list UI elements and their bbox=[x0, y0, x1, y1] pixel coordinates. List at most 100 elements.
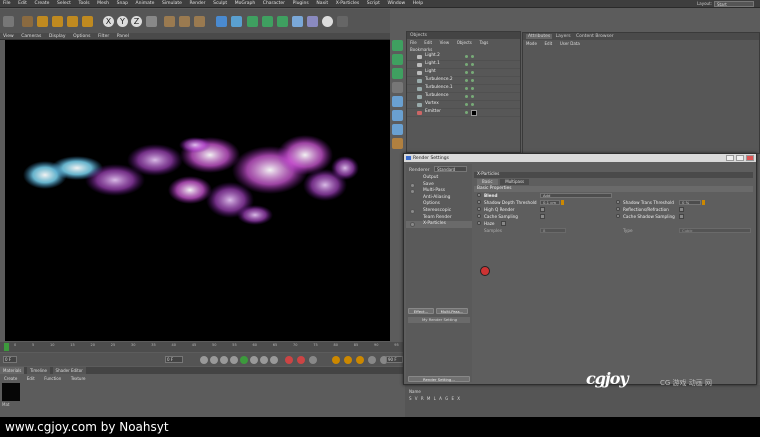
rs-item-multi-pass[interactable]: Multi-Pass bbox=[406, 188, 472, 195]
mat-menu-texture[interactable]: Texture bbox=[67, 375, 90, 382]
menu-snap[interactable]: Snap bbox=[114, 0, 131, 6]
mat-menu-function[interactable]: Function bbox=[40, 375, 65, 382]
shadow-depth-dot[interactable] bbox=[477, 200, 481, 204]
mat-menu-edit[interactable]: Edit bbox=[23, 375, 39, 382]
coordinate-system-icon[interactable] bbox=[146, 16, 157, 27]
python-icon[interactable] bbox=[337, 16, 348, 27]
menu-edit[interactable]: Edit bbox=[15, 0, 30, 6]
edit-render-settings-icon[interactable] bbox=[194, 16, 205, 27]
menu-naxit[interactable]: Naxit bbox=[313, 0, 331, 6]
effect-button[interactable]: Effect... bbox=[408, 308, 434, 314]
parameter-key-icon[interactable] bbox=[368, 356, 376, 364]
play-backwards-icon[interactable] bbox=[230, 356, 238, 364]
maximize-button[interactable] bbox=[736, 155, 744, 161]
renderer-select[interactable]: Standard bbox=[433, 166, 467, 172]
object-row[interactable]: Turbulence.1 bbox=[407, 85, 520, 93]
shadow-trans-stepper[interactable] bbox=[702, 200, 705, 205]
menu-select[interactable]: Select bbox=[54, 0, 74, 6]
render-picture-viewer-icon[interactable] bbox=[179, 16, 190, 27]
mat-menu-create[interactable]: Create bbox=[0, 375, 21, 382]
minimize-button[interactable] bbox=[726, 155, 734, 161]
blend-anim-dot[interactable] bbox=[477, 193, 481, 197]
object-row[interactable]: Turbulence bbox=[407, 93, 520, 101]
live-selection-icon[interactable] bbox=[22, 16, 33, 27]
axis-mode-icon[interactable] bbox=[392, 82, 403, 93]
hq-dot[interactable] bbox=[477, 207, 481, 211]
render-setting-button[interactable]: Render Setting... bbox=[408, 376, 470, 382]
rs-item-output[interactable]: Output bbox=[406, 175, 472, 182]
samples-field[interactable]: 8 bbox=[540, 227, 566, 233]
multi-pass-checkbox[interactable] bbox=[410, 189, 415, 195]
rs-item-options[interactable]: Options bbox=[406, 201, 472, 208]
camera-icon[interactable] bbox=[307, 16, 318, 27]
start-frame-field[interactable]: 0 F bbox=[3, 356, 17, 363]
viewport-menu-options[interactable]: Options bbox=[70, 33, 93, 40]
record-icon[interactable] bbox=[285, 356, 293, 364]
light-icon[interactable] bbox=[322, 16, 333, 27]
object-row[interactable]: Light.2 bbox=[407, 53, 520, 61]
x-axis-button[interactable]: X bbox=[103, 16, 114, 27]
menu-help[interactable]: Help bbox=[410, 0, 426, 6]
subdivision-icon[interactable] bbox=[247, 16, 258, 27]
object-row[interactable]: Emitter bbox=[407, 109, 520, 117]
perspective-viewport[interactable] bbox=[5, 40, 390, 341]
shadow-depth-field[interactable]: 0.1 cm bbox=[540, 199, 560, 205]
viewport-menu-panel[interactable]: Panel bbox=[114, 33, 132, 40]
undo-icon[interactable] bbox=[3, 16, 14, 27]
om-menu-bookmarks[interactable]: Bookmarks bbox=[407, 46, 435, 53]
viewport-menu-filter[interactable]: Filter bbox=[95, 33, 112, 40]
layout-select[interactable]: Start bbox=[714, 1, 754, 7]
tab-attributes[interactable]: Attributes bbox=[526, 34, 553, 39]
z-axis-button[interactable]: Z bbox=[131, 16, 142, 27]
timeline-ruler[interactable]: 0 5 10 15 20 25 30 35 40 45 50 55 60 65 … bbox=[0, 342, 405, 352]
menu-plugins[interactable]: Plugins bbox=[290, 0, 312, 6]
autokey-icon[interactable] bbox=[297, 356, 305, 364]
tab-materials[interactable]: Materials bbox=[0, 367, 25, 374]
rs-item-stereoscopic[interactable]: Stereoscopic bbox=[406, 208, 472, 215]
type-select[interactable]: Cubic bbox=[679, 227, 751, 233]
om-menu-file[interactable]: File bbox=[407, 39, 420, 46]
go-to-start-icon[interactable] bbox=[200, 356, 208, 364]
position-key-icon[interactable] bbox=[332, 356, 340, 364]
cache-dot[interactable] bbox=[477, 214, 481, 218]
current-frame-marker[interactable] bbox=[4, 343, 9, 351]
points-mode-icon[interactable] bbox=[392, 96, 403, 107]
play-icon[interactable] bbox=[240, 356, 248, 364]
blend-select[interactable]: Add bbox=[540, 192, 612, 198]
tab-layers[interactable]: Layers bbox=[554, 34, 573, 39]
shadow-trans-field[interactable]: 0 % bbox=[679, 199, 701, 205]
menu-animate[interactable]: Animate bbox=[133, 0, 158, 6]
attr-menu-user-data[interactable]: User Data bbox=[557, 40, 583, 47]
cache-checkbox[interactable] bbox=[540, 214, 545, 219]
menu-script[interactable]: Script bbox=[364, 0, 383, 6]
om-menu-view[interactable]: View bbox=[437, 39, 453, 46]
menu-tools[interactable]: Tools bbox=[75, 0, 92, 6]
scale-icon[interactable] bbox=[52, 16, 63, 27]
menu-sculpt[interactable]: Sculpt bbox=[210, 0, 230, 6]
keyframe-selection-icon[interactable] bbox=[309, 356, 317, 364]
om-menu-objects[interactable]: Objects bbox=[454, 39, 475, 46]
cache-shadow-dot[interactable] bbox=[616, 214, 620, 218]
object-row[interactable]: Turbulence.2 bbox=[407, 77, 520, 85]
cube-icon[interactable] bbox=[216, 16, 227, 27]
menu-simulate[interactable]: Simulate bbox=[159, 0, 185, 6]
workplane-icon[interactable] bbox=[392, 68, 403, 79]
om-menu-edit[interactable]: Edit bbox=[421, 39, 435, 46]
texture-mode-icon[interactable] bbox=[392, 54, 403, 65]
menu-window[interactable]: Window bbox=[384, 0, 408, 6]
haze-checkbox[interactable] bbox=[501, 221, 506, 226]
emitter-tag-icon[interactable] bbox=[471, 110, 477, 116]
next-frame-icon[interactable] bbox=[250, 356, 258, 364]
array-icon[interactable] bbox=[262, 16, 273, 27]
end-frame-field[interactable]: 90 F bbox=[386, 356, 403, 363]
viewport-menu-cameras[interactable]: Cameras bbox=[18, 33, 44, 40]
material-swatch[interactable] bbox=[2, 383, 20, 401]
render-view-icon[interactable] bbox=[164, 16, 175, 27]
previous-key-icon[interactable] bbox=[210, 356, 218, 364]
refl-checkbox[interactable] bbox=[679, 207, 684, 212]
viewport-menu-display[interactable]: Display bbox=[46, 33, 69, 40]
menu-render[interactable]: Render bbox=[186, 0, 208, 6]
menu-mesh[interactable]: Mesh bbox=[94, 0, 112, 6]
min-frame-field[interactable]: 0 F bbox=[165, 356, 183, 363]
menu-character[interactable]: Character bbox=[260, 0, 288, 6]
